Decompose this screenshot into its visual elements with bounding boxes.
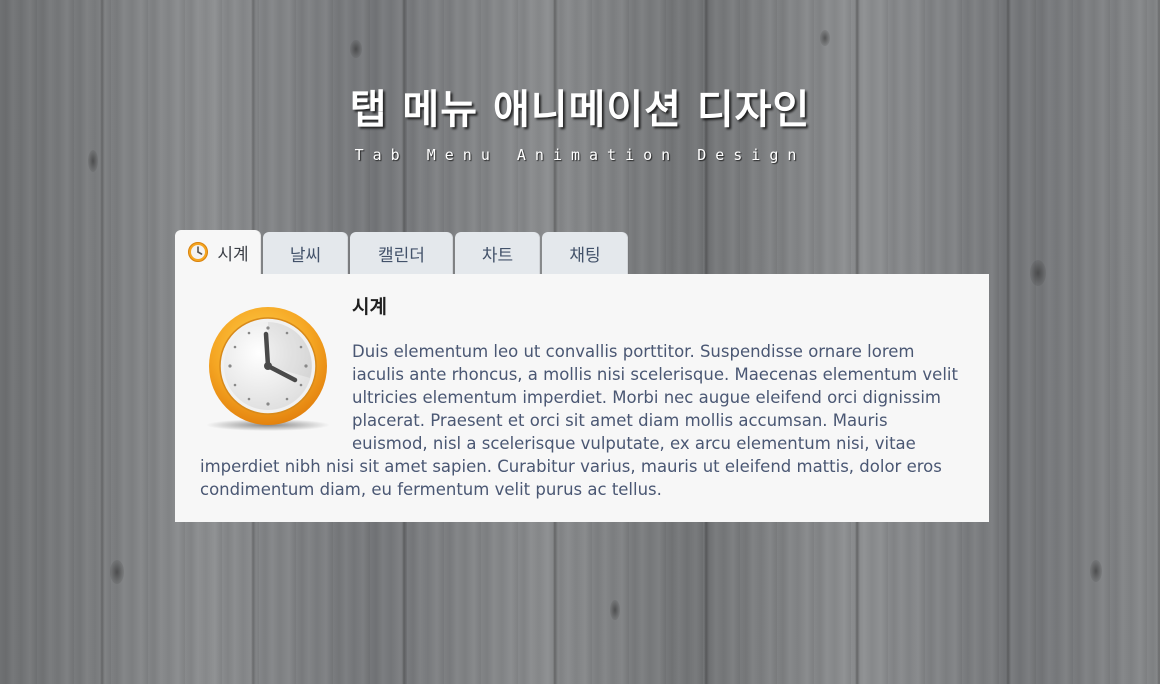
tab-label: 날씨 bbox=[289, 245, 322, 266]
tab-label: 채팅 bbox=[569, 245, 601, 266]
page-subtitle: Tab Menu Animation Design bbox=[354, 146, 806, 164]
clock-icon bbox=[200, 304, 340, 434]
tab-label: 시계 bbox=[217, 244, 249, 265]
page-header: 탭 메뉴 애니메이션 디자인 Tab Menu Animation Design bbox=[0, 82, 1160, 164]
clock-icon bbox=[187, 241, 209, 263]
wood-knot bbox=[820, 30, 830, 46]
wood-knot bbox=[350, 40, 362, 58]
tab-label: 캘린더 bbox=[378, 245, 425, 266]
tab-panel: 시계 Duis elementum leo ut convallis portt… bbox=[175, 274, 989, 522]
tab-chat[interactable]: 채팅 bbox=[542, 232, 628, 274]
tab-bar: 시계 날씨 캘린더 차트 채팅 bbox=[175, 230, 630, 274]
wood-knot bbox=[1030, 260, 1046, 286]
tab-chart[interactable]: 차트 bbox=[455, 232, 540, 274]
tab-weather[interactable]: 날씨 bbox=[263, 232, 348, 274]
wood-knot bbox=[610, 600, 620, 620]
page-title: 탭 메뉴 애니메이션 디자인 bbox=[349, 87, 811, 133]
tab-clock[interactable]: 시계 bbox=[175, 230, 261, 274]
tab-label: 차트 bbox=[481, 245, 514, 266]
wood-knot bbox=[1090, 560, 1102, 582]
tab-calendar[interactable]: 캘린더 bbox=[350, 232, 453, 274]
wood-knot bbox=[110, 560, 124, 584]
